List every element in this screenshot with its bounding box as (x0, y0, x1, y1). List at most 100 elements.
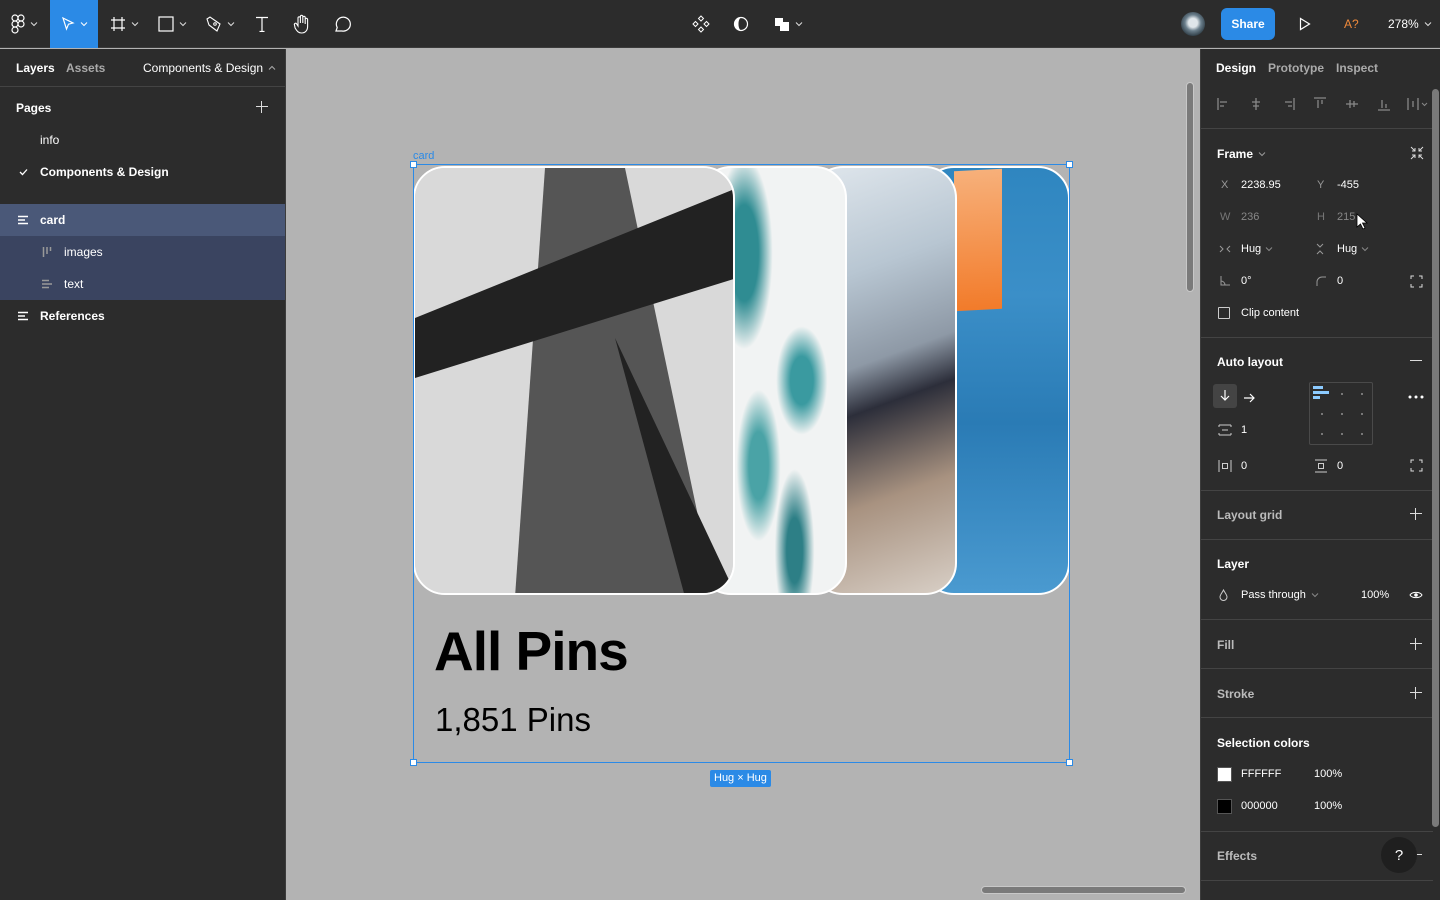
shape-tool-button[interactable] (152, 0, 192, 48)
resize-handle-top-right[interactable] (1066, 161, 1073, 168)
align-left-icon[interactable] (1217, 97, 1231, 111)
horizontal-resizing-dropdown[interactable]: Hug (1241, 243, 1273, 255)
mouse-cursor-icon (1356, 213, 1368, 230)
align-bottom-icon[interactable] (1377, 97, 1391, 111)
pen-tool-button[interactable] (200, 0, 240, 48)
align-right-icon[interactable] (1281, 97, 1295, 111)
h-input[interactable]: 215 (1337, 211, 1355, 223)
tab-prototype[interactable]: Prototype (1268, 61, 1324, 75)
hand-tool-button[interactable] (290, 0, 314, 48)
alignment-grid[interactable] (1309, 382, 1373, 445)
move-tool-button[interactable] (50, 0, 98, 48)
auto-layout-title: Auto layout (1217, 355, 1283, 369)
add-stroke-icon[interactable] (1410, 687, 1422, 699)
resize-handle-top-left[interactable] (410, 161, 417, 168)
vertical-auto-layout-icon (18, 311, 28, 321)
right-panel-scrollbar[interactable] (1432, 89, 1439, 827)
comment-tool-button[interactable] (330, 0, 354, 48)
y-label: Y (1317, 179, 1325, 191)
main-menu-button[interactable] (0, 0, 48, 48)
frame-tool-button[interactable] (104, 0, 144, 48)
item-spacing-icon (1218, 424, 1232, 436)
vertical-resizing-value: Hug (1337, 243, 1358, 255)
card-title[interactable]: All Pins (434, 619, 629, 683)
vertical-padding-input[interactable]: 0 (1337, 460, 1343, 472)
layer-references[interactable]: References (0, 300, 285, 332)
rotation-icon (1220, 276, 1230, 286)
w-input[interactable]: 236 (1241, 211, 1259, 223)
chevron-down-icon (1311, 593, 1319, 598)
missing-fonts-indicator[interactable]: A? (1344, 17, 1359, 31)
independent-corners-icon[interactable] (1410, 275, 1423, 288)
alignment-dot (1361, 393, 1363, 395)
color-opacity[interactable]: 100% (1314, 768, 1342, 780)
color-hex[interactable]: 000000 (1241, 800, 1278, 812)
tab-design[interactable]: Design (1216, 61, 1256, 75)
canvas[interactable]: card All Pins 1,851 Pins Hug × Hug (287, 49, 1199, 900)
page-item-info[interactable]: info (0, 124, 286, 156)
layer-text[interactable]: text (0, 268, 285, 300)
zoom-level: 278% (1388, 17, 1419, 31)
blend-mode-value: Pass through (1241, 589, 1306, 601)
remove-auto-layout-icon[interactable] (1410, 360, 1422, 361)
color-hex[interactable]: FFFFFF (1241, 768, 1281, 780)
vertical-resizing-dropdown[interactable]: Hug (1337, 243, 1369, 255)
resize-handle-bottom-right[interactable] (1066, 759, 1073, 766)
eye-visibility-icon[interactable] (1409, 590, 1423, 600)
color-opacity[interactable]: 100% (1314, 800, 1342, 812)
chevron-down-icon (1424, 22, 1432, 27)
boolean-ops-button[interactable] (770, 0, 806, 48)
resize-handle-bottom-left[interactable] (410, 759, 417, 766)
align-vertical-center-icon[interactable] (1345, 97, 1359, 111)
selection-colors-title: Selection colors (1217, 736, 1310, 750)
layer-images[interactable]: images (0, 236, 285, 268)
individual-padding-icon[interactable] (1410, 459, 1423, 472)
blend-mode-dropdown[interactable]: Pass through (1241, 589, 1319, 601)
item-spacing-input[interactable]: 1 (1241, 424, 1247, 436)
text-tool-button[interactable] (250, 0, 274, 48)
align-horizontal-center-icon[interactable] (1249, 97, 1263, 111)
distribute-icon[interactable] (1407, 97, 1429, 111)
page-dropdown[interactable]: Components & Design (143, 61, 276, 75)
horizontal-scrollbar[interactable] (981, 886, 1186, 894)
corner-radius-input[interactable]: 0 (1337, 275, 1343, 287)
present-button[interactable] (1297, 0, 1313, 48)
share-button[interactable]: Share (1221, 8, 1275, 40)
alignment-bar (1313, 391, 1329, 394)
x-input[interactable]: 2238.95 (1241, 179, 1281, 191)
rotation-input[interactable]: 0° (1241, 275, 1252, 287)
help-button[interactable]: ? (1381, 837, 1417, 873)
frame-title: Frame (1217, 147, 1254, 161)
tab-inspect[interactable]: Inspect (1336, 61, 1378, 75)
tab-assets[interactable]: Assets (66, 61, 105, 75)
user-avatar[interactable] (1181, 12, 1205, 36)
color-swatch-white[interactable] (1217, 767, 1232, 782)
frame-dropdown[interactable]: Frame (1217, 147, 1266, 161)
vertical-scrollbar[interactable] (1186, 82, 1194, 292)
zoom-dropdown[interactable]: 278% (1388, 17, 1432, 31)
clip-content-checkbox[interactable] (1218, 307, 1230, 319)
page-item-components-design[interactable]: Components & Design (0, 156, 286, 188)
align-top-icon[interactable] (1313, 97, 1327, 111)
components-button[interactable] (690, 0, 712, 48)
layer-opacity-input[interactable]: 100% (1361, 589, 1389, 601)
card-subtitle[interactable]: 1,851 Pins (435, 701, 591, 739)
vertical-padding-icon (1315, 459, 1327, 473)
size-badge: Hug × Hug (710, 770, 771, 787)
y-input[interactable]: -455 (1337, 179, 1359, 191)
direction-vertical-button[interactable] (1213, 384, 1237, 408)
arrow-right-icon[interactable] (1243, 393, 1256, 403)
more-options-icon[interactable] (1408, 395, 1424, 399)
divider (1201, 490, 1433, 491)
resize-to-fit-icon[interactable] (1410, 146, 1424, 160)
tab-layers[interactable]: Layers (16, 61, 55, 75)
horizontal-padding-input[interactable]: 0 (1241, 460, 1247, 472)
divider (1201, 880, 1433, 881)
mask-button[interactable] (730, 0, 752, 48)
add-page-icon[interactable] (256, 101, 268, 113)
add-layout-grid-icon[interactable] (1410, 508, 1422, 520)
color-swatch-black[interactable] (1217, 799, 1232, 814)
add-fill-icon[interactable] (1410, 638, 1422, 650)
layer-card[interactable]: card (0, 204, 285, 236)
arrow-down-icon (1220, 390, 1230, 401)
